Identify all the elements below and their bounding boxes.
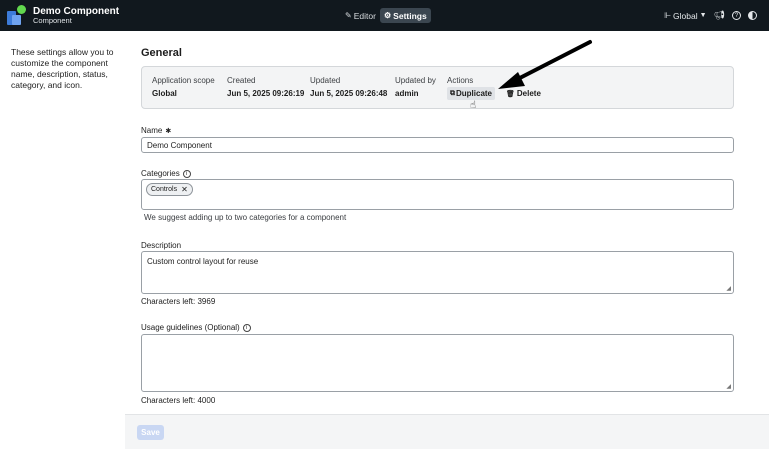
updated-by-value: admin	[395, 89, 419, 98]
annotation-arrow	[498, 40, 592, 89]
section-title: General	[141, 47, 182, 59]
duplicate-button[interactable]: ⧉ Duplicate	[447, 87, 496, 100]
resize-handle-icon[interactable]: ◢	[726, 383, 731, 390]
scope-label: Application scope	[152, 76, 215, 85]
usage-chars-left: Characters left: 4000	[141, 396, 216, 405]
tab-settings[interactable]: ⚙ Settings	[380, 8, 431, 23]
updated-label: Updated	[310, 76, 341, 85]
description-value: Custom control layout for reuse	[147, 257, 259, 266]
updated-by-label: Updated by	[395, 76, 436, 85]
settings-help-text: These settings allow you to customize th…	[11, 47, 114, 90]
description-textarea[interactable]: Custom control layout for reuse ◢	[141, 251, 734, 294]
tab-settings-label: Settings	[393, 10, 427, 21]
name-input[interactable]: Demo Component	[141, 137, 734, 153]
info-icon[interactable]: i	[242, 323, 251, 332]
pencil-icon: ✎	[345, 11, 352, 20]
help-icon[interactable]: ?	[732, 11, 741, 20]
hierarchy-icon: ⊩	[664, 11, 672, 20]
updated-column: Updated Jun 5, 2025 09:26:48	[310, 76, 387, 98]
save-button[interactable]: Save	[137, 425, 164, 440]
description-chars-left: Characters left: 3969	[141, 297, 216, 306]
description-label: Description	[141, 241, 182, 250]
category-chip: Controls ✕	[146, 183, 193, 196]
categories-field-label: Categories i	[141, 169, 191, 178]
categories-hint: We suggest adding up to two categories f…	[144, 213, 347, 222]
megaphone-icon[interactable]: 📢︎	[714, 10, 725, 21]
created-value: Jun 5, 2025 09:26:19	[227, 89, 305, 98]
required-icon: ✱	[165, 127, 172, 135]
usage-field-label: Usage guidelines (Optional) i	[141, 323, 251, 332]
component-info-panel: Application scope Global Created Jun 5, …	[141, 66, 734, 111]
app-logo	[7, 5, 26, 25]
categories-input[interactable]: Controls ✕	[141, 179, 734, 210]
updated-by-column: Updated by admin	[395, 76, 436, 98]
top-bar: Demo Component Component ✎ Editor ⚙ Sett…	[0, 0, 769, 31]
usage-label: Usage guidelines (Optional)	[141, 323, 240, 332]
scope-selector[interactable]: ⊩ Global ▼	[664, 11, 706, 21]
resize-handle-icon[interactable]: ◢	[726, 285, 731, 292]
scope-column: Application scope Global	[152, 76, 215, 98]
name-field-label: Name ✱	[141, 126, 171, 135]
tab-editor[interactable]: ✎ Editor	[341, 8, 380, 23]
updated-value: Jun 5, 2025 09:26:48	[310, 89, 388, 98]
description-field-label: Description	[141, 241, 181, 250]
gear-icon: ⚙	[384, 11, 392, 20]
created-label: Created	[227, 76, 256, 85]
scope-value: Global	[152, 89, 177, 98]
close-icon[interactable]: ✕	[181, 185, 188, 194]
name-label: Name	[141, 126, 163, 135]
usage-guidelines-textarea[interactable]: ◢	[141, 334, 734, 392]
chevron-down-icon: ▼	[699, 12, 707, 19]
app-subtitle: Component	[33, 16, 72, 25]
created-column: Created Jun 5, 2025 09:26:19	[227, 76, 304, 98]
categories-label: Categories	[141, 169, 180, 178]
duplicate-label: Duplicate	[456, 89, 493, 98]
contrast-icon[interactable]	[748, 11, 757, 20]
scope-label: Global	[673, 10, 698, 21]
top-right-toolbar: ⊩ Global ▼ 📢︎ ?	[664, 8, 757, 23]
tab-editor-label: Editor	[353, 10, 376, 21]
info-icon[interactable]: i	[182, 169, 191, 178]
category-chip-label: Controls	[151, 186, 178, 193]
copy-icon: ⧉	[450, 89, 455, 97]
footer-bar: Save	[125, 414, 769, 449]
hand-cursor-icon: ☝︎	[470, 100, 477, 111]
